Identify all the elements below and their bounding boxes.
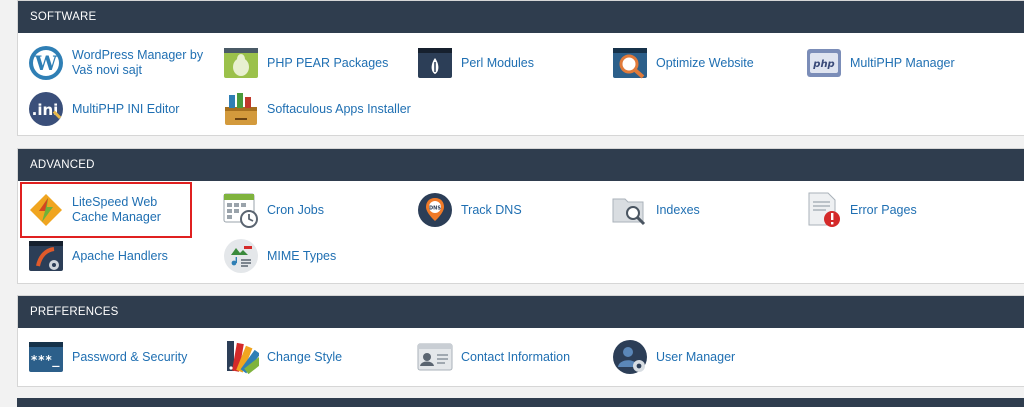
password-icon: ***_ (28, 339, 64, 375)
php-icon: php (806, 45, 842, 81)
optimize-icon (612, 45, 648, 81)
wordpress-icon: W (28, 45, 64, 81)
contact-information-label: Contact Information (461, 349, 571, 364)
ini-icon: .ini (28, 91, 64, 127)
mime-types-icon (223, 238, 259, 274)
change-style-label: Change Style (267, 349, 343, 364)
password-security-link[interactable]: ***_ Password & Security (28, 339, 187, 375)
next-panel-header (17, 398, 1024, 407)
software-header[interactable]: SOFTWARE (18, 1, 1024, 33)
apache-handlers-link[interactable]: Apache Handlers (28, 238, 168, 274)
svg-text:***_: ***_ (31, 353, 61, 368)
multiphp-manager-label: MultiPHP Manager (850, 55, 955, 70)
error-page-icon (806, 192, 842, 228)
contact-card-icon (417, 339, 453, 375)
multiphp-ini-editor-link[interactable]: .ini MultiPHP INI Editor (28, 91, 179, 127)
indexes-link[interactable]: Indexes (612, 192, 700, 228)
litespeed-cache-link[interactable]: LiteSpeed Web Cache Manager (28, 192, 188, 228)
softaculous-label: Softaculous Apps Installer (267, 101, 411, 116)
svg-text:DNS: DNS (429, 206, 441, 212)
user-manager-link[interactable]: User Manager (612, 339, 735, 375)
user-manager-label: User Manager (656, 349, 736, 364)
svg-text:php: php (812, 59, 834, 70)
error-pages-link[interactable]: Error Pages (806, 192, 917, 228)
mime-types-link[interactable]: MIME Types (223, 238, 336, 274)
perl-modules-label: Perl Modules (461, 55, 534, 70)
contact-information-link[interactable]: Contact Information (417, 339, 570, 375)
svg-text:W: W (34, 51, 58, 75)
error-pages-label: Error Pages (850, 202, 917, 217)
track-dns-label: Track DNS (461, 202, 522, 217)
dns-pin-icon: DNS (417, 192, 453, 228)
optimize-website-link[interactable]: Optimize Website (612, 45, 754, 81)
php-pear-label: PHP PEAR Packages (267, 55, 389, 70)
svg-text:.ini: .ini (32, 101, 59, 119)
multiphp-manager-link[interactable]: php MultiPHP Manager (806, 45, 955, 81)
apache-handler-icon (28, 238, 64, 274)
folder-search-icon (612, 192, 648, 228)
change-style-link[interactable]: Change Style (223, 339, 342, 375)
php-pear-link[interactable]: PHP PEAR Packages (223, 45, 388, 81)
litespeed-cache-label: LiteSpeed Web Cache Manager (72, 195, 161, 224)
mime-types-label: MIME Types (267, 248, 337, 263)
apache-handlers-label: Apache Handlers (72, 248, 168, 263)
optimize-website-label: Optimize Website (656, 55, 754, 70)
pear-icon (223, 45, 259, 81)
indexes-label: Indexes (656, 202, 700, 217)
softaculous-link[interactable]: Softaculous Apps Installer (223, 91, 411, 127)
perl-modules-link[interactable]: Perl Modules (417, 45, 534, 81)
multiphp-ini-editor-label: MultiPHP INI Editor (72, 101, 180, 116)
cron-jobs-link[interactable]: Cron Jobs (223, 192, 324, 228)
user-gear-icon (612, 339, 648, 375)
preferences-header[interactable]: PREFERENCES (18, 296, 1024, 328)
palette-icon (223, 339, 259, 375)
litespeed-icon (28, 192, 64, 228)
password-security-label: Password & Security (72, 349, 188, 364)
track-dns-link[interactable]: DNS Track DNS (417, 192, 522, 228)
advanced-header[interactable]: ADVANCED (18, 149, 1024, 181)
perl-icon (417, 45, 453, 81)
calendar-clock-icon (223, 192, 259, 228)
wordpress-manager-link[interactable]: W WordPress Manager by Vaš novi sajt (28, 45, 213, 81)
wordpress-manager-label: WordPress Manager by Vaš novi sajt (72, 48, 204, 77)
cron-jobs-label: Cron Jobs (267, 202, 324, 217)
softaculous-icon (223, 91, 259, 127)
